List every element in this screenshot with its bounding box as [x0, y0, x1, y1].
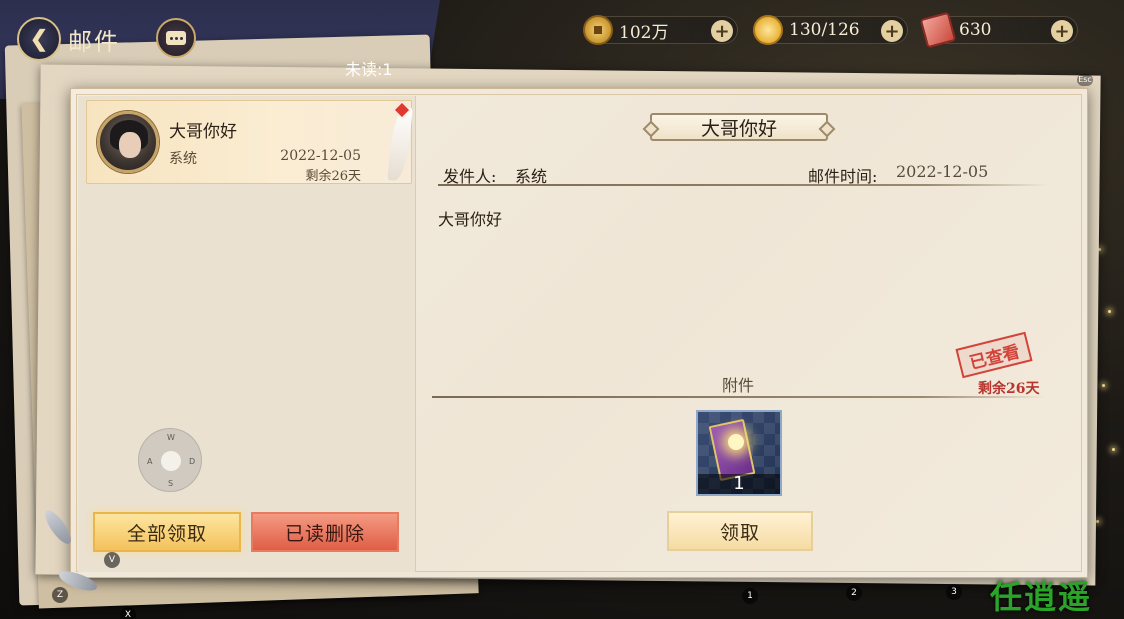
sparkle — [1108, 310, 1111, 313]
key-2-hint: 2 — [846, 585, 862, 601]
mail-time-value: 2022-12-05 — [896, 162, 989, 181]
currency-ticket: 630 + — [919, 11, 1078, 49]
quill-icon — [387, 106, 413, 182]
detail-remaining: 剩余26天 — [978, 381, 1040, 397]
mail-item-date: 2022-12-05 — [280, 148, 361, 164]
currency-gold-value: 130/126 — [789, 20, 860, 40]
gold-ingot-icon — [753, 15, 783, 45]
virtual-joystick[interactable]: W A D S — [138, 428, 202, 492]
currency-coin: 102万 + — [583, 15, 738, 45]
claim-button[interactable]: 领取 — [667, 511, 813, 551]
page-title: 邮件 — [68, 28, 120, 56]
attachment-label: 附件 — [721, 376, 754, 395]
copper-coin-icon — [583, 15, 613, 45]
joystick-right-label: D — [189, 457, 196, 466]
sparkle — [1112, 448, 1115, 451]
esc-key-hint: Esc — [1077, 74, 1093, 86]
mail-detail-title: 大哥你好 — [650, 113, 828, 141]
z-key-hint: Z — [52, 587, 68, 603]
currency-coin-value: 102万 — [619, 22, 669, 43]
avatar — [97, 111, 159, 173]
joystick-down-label: S — [168, 479, 174, 488]
sparkle — [1102, 384, 1105, 387]
add-coin-button[interactable]: + — [711, 20, 733, 42]
key-1-hint: 1 — [742, 588, 758, 604]
currency-gold: 130/126 + — [753, 15, 908, 45]
mail-item-sender: 系统 — [169, 151, 197, 167]
back-button[interactable]: ❮ — [17, 17, 61, 61]
joystick-knob[interactable] — [161, 451, 181, 471]
add-gold-button[interactable]: + — [881, 20, 903, 42]
claim-all-button[interactable]: 全部领取 — [93, 512, 241, 552]
currency-ticket-value: 630 — [959, 20, 992, 40]
header-divider — [438, 184, 1048, 186]
add-ticket-button[interactable]: + — [1051, 20, 1073, 42]
v-key-hint: V — [104, 552, 120, 568]
attachment-divider — [432, 396, 1046, 398]
chat-bubble-icon — [166, 31, 186, 45]
attachment-item[interactable]: 1 — [696, 410, 782, 496]
unread-count: 未读:1 — [345, 60, 393, 79]
watermark: 任逍遥 — [990, 578, 1093, 616]
mail-item-title: 大哥你好 — [169, 122, 237, 142]
mail-list-item[interactable]: 大哥你好 系统 2022-12-05 剩余26天 — [86, 100, 413, 184]
delete-read-button[interactable]: 已读删除 — [251, 512, 399, 552]
chat-button[interactable] — [156, 18, 196, 58]
mail-item-remaining: 剩余26天 — [305, 169, 361, 184]
sparkle — [1096, 520, 1099, 523]
key-3-hint: 3 — [946, 584, 962, 600]
mail-body: 大哥你好 — [438, 210, 503, 229]
chevron-left-icon: ❮ — [29, 26, 49, 52]
red-ticket-icon — [919, 11, 957, 49]
x-key-hint: X — [120, 607, 136, 619]
attachment-count: 1 — [698, 474, 780, 494]
joystick-up-label: W — [167, 433, 175, 442]
joystick-left-label: A — [147, 457, 153, 466]
